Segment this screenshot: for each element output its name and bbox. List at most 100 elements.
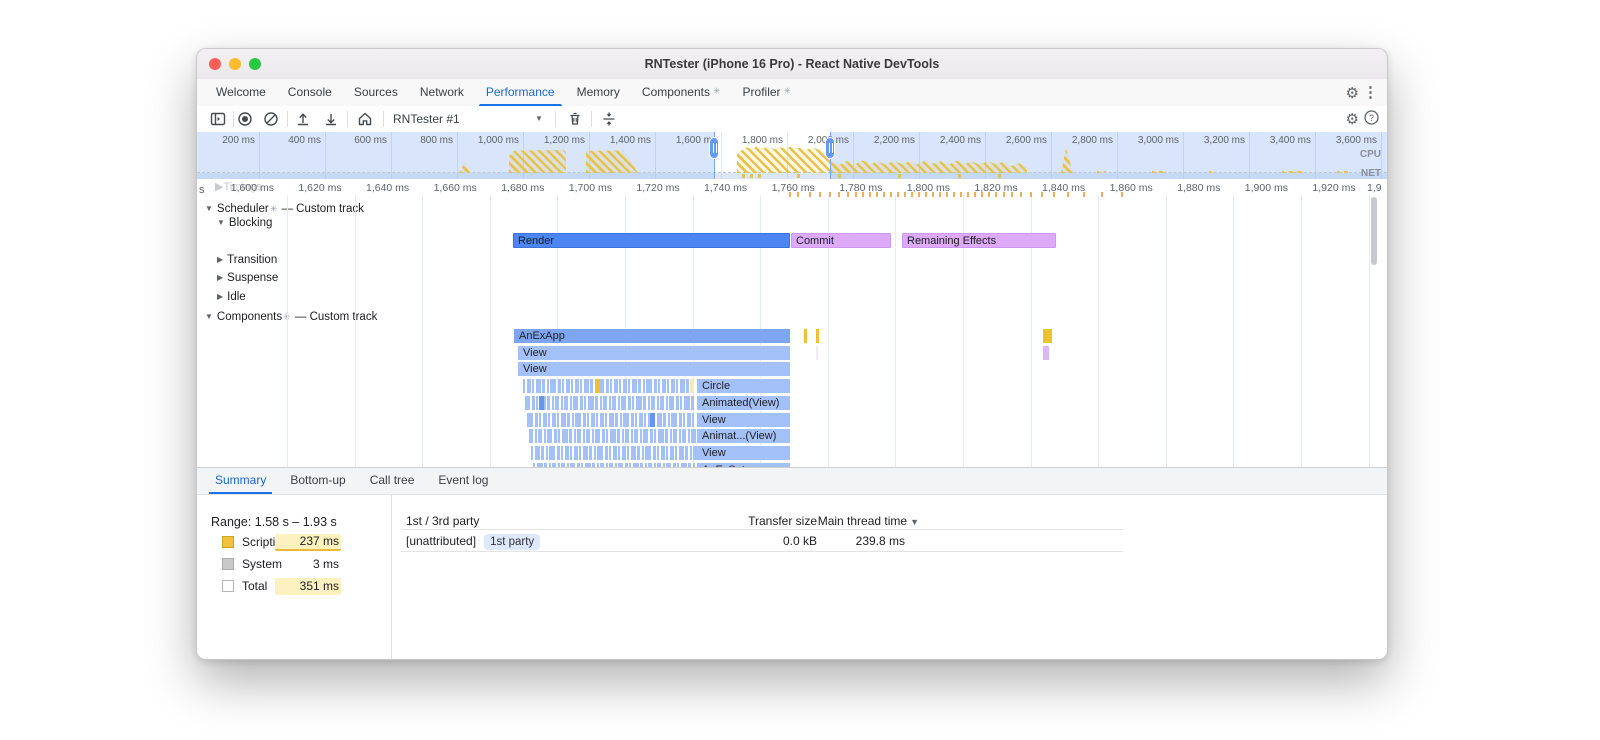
component-bar[interactable]: Animat...(View): [697, 429, 790, 444]
component-sliver[interactable]: [538, 429, 542, 444]
component-bar[interactable]: View: [518, 362, 790, 377]
component-sliver[interactable]: [680, 395, 682, 410]
component-sliver[interactable]: [608, 412, 614, 427]
component-sliver[interactable]: [686, 379, 689, 394]
component-sliver[interactable]: [628, 379, 630, 394]
component-sliver[interactable]: [551, 412, 556, 427]
component-sliver[interactable]: [669, 429, 672, 444]
component-sliver[interactable]: [608, 395, 611, 410]
component-sliver[interactable]: [579, 445, 581, 460]
col-header-main-thread-time[interactable]: Main thread time ▼: [737, 514, 919, 528]
tab-sources[interactable]: Sources: [343, 79, 409, 106]
component-sliver[interactable]: [542, 412, 547, 427]
help-icon[interactable]: ?: [1363, 109, 1380, 131]
component-sliver[interactable]: [621, 445, 626, 460]
tab-network[interactable]: Network: [409, 79, 475, 106]
settings-gear-icon[interactable]: ⚙: [1346, 84, 1359, 102]
component-sliver[interactable]: [604, 445, 608, 460]
component-sliver[interactable]: [564, 445, 569, 460]
component-sliver[interactable]: [643, 429, 648, 444]
component-sliver[interactable]: [669, 445, 674, 460]
component-bar[interactable]: Circle: [697, 379, 790, 394]
component-sliver[interactable]: [678, 412, 682, 427]
component-sliver[interactable]: [623, 412, 629, 427]
component-sliver[interactable]: [593, 445, 596, 460]
component-sliver[interactable]: [657, 445, 659, 460]
component-sliver[interactable]: [661, 379, 666, 394]
component-sliver[interactable]: [550, 379, 556, 394]
component-sliver[interactable]: [547, 429, 552, 444]
component-sliver[interactable]: [543, 429, 546, 444]
component-sliver[interactable]: [525, 395, 530, 410]
component-sliver[interactable]: [634, 429, 638, 444]
component-bar[interactable]: View: [697, 445, 790, 460]
component-sliver[interactable]: [534, 412, 538, 427]
component-sliver[interactable]: [639, 429, 642, 444]
component-sliver[interactable]: [587, 395, 594, 410]
component-sliver[interactable]: [630, 445, 636, 460]
component-sliver[interactable]: [622, 379, 627, 394]
component-sliver[interactable]: [683, 412, 685, 427]
selection-drag-handle[interactable]: [709, 137, 719, 159]
details-tab-bottom-up[interactable]: Bottom-up: [278, 468, 357, 494]
component-sliver[interactable]: [621, 395, 626, 410]
component-sliver[interactable]: [641, 445, 644, 460]
component-sliver[interactable]: [561, 429, 568, 444]
component-sliver[interactable]: [630, 412, 634, 427]
component-sliver[interactable]: [627, 445, 629, 460]
component-sliver[interactable]: [679, 379, 685, 394]
component-sliver[interactable]: [675, 445, 677, 460]
component-sliver[interactable]: [542, 379, 545, 394]
component-sliver[interactable]: [658, 379, 660, 394]
component-sliver[interactable]: [644, 412, 646, 427]
component-sliver[interactable]: [683, 395, 690, 410]
component-sliver[interactable]: [536, 395, 538, 410]
component-sliver[interactable]: [617, 395, 620, 410]
component-sliver[interactable]: [645, 445, 651, 460]
component-sliver[interactable]: [643, 395, 646, 410]
tab-profiler[interactable]: Profiler ✳: [732, 79, 803, 106]
component-sliver[interactable]: [539, 412, 541, 427]
component-sliver[interactable]: [597, 445, 603, 460]
component-sliver[interactable]: [599, 395, 602, 410]
component-sliver[interactable]: [562, 379, 564, 394]
component-sliver[interactable]: [569, 429, 572, 444]
table-row-name[interactable]: [unattributed] 1st party: [406, 534, 541, 550]
component-sliver[interactable]: [689, 445, 692, 460]
tab-welcome[interactable]: Welcome: [205, 79, 277, 106]
component-sliver[interactable]: [649, 429, 653, 444]
target-select[interactable]: RNTester #1: [393, 109, 548, 129]
component-sliver[interactable]: [577, 429, 581, 444]
component-sliver[interactable]: [609, 429, 616, 444]
component-sliver[interactable]: [635, 412, 637, 427]
component-sliver[interactable]: [551, 395, 554, 410]
component-sliver[interactable]: [619, 412, 622, 427]
component-sliver[interactable]: [590, 412, 595, 427]
component-sliver[interactable]: [526, 379, 531, 394]
component-sliver[interactable]: [667, 379, 669, 394]
component-sliver[interactable]: [567, 412, 570, 427]
component-sliver[interactable]: [654, 429, 656, 444]
component-bar[interactable]: AnExApp: [514, 329, 790, 343]
component-sliver[interactable]: [534, 445, 540, 460]
component-sliver[interactable]: [571, 379, 573, 394]
component-sliver[interactable]: [682, 429, 686, 444]
component-sliver[interactable]: [575, 412, 581, 427]
component-sliver[interactable]: [653, 379, 657, 394]
component-sliver[interactable]: [621, 429, 624, 444]
component-sliver[interactable]: [523, 379, 525, 394]
component-sliver[interactable]: [615, 412, 618, 427]
component-sliver[interactable]: [534, 429, 537, 444]
component-sliver[interactable]: [569, 395, 572, 410]
collapse-vertical-icon[interactable]: [599, 109, 619, 129]
component-sliver[interactable]: [657, 429, 664, 444]
component-sliver[interactable]: [548, 412, 550, 427]
component-sliver[interactable]: [610, 379, 612, 394]
component-sliver[interactable]: [647, 395, 650, 410]
component-sliver[interactable]: [660, 395, 664, 410]
component-sliver[interactable]: [535, 379, 541, 394]
stray-event-mark[interactable]: [1043, 345, 1049, 360]
component-sliver[interactable]: [642, 379, 645, 394]
stray-event-mark[interactable]: [804, 329, 807, 343]
stray-event-mark[interactable]: [1043, 329, 1052, 343]
